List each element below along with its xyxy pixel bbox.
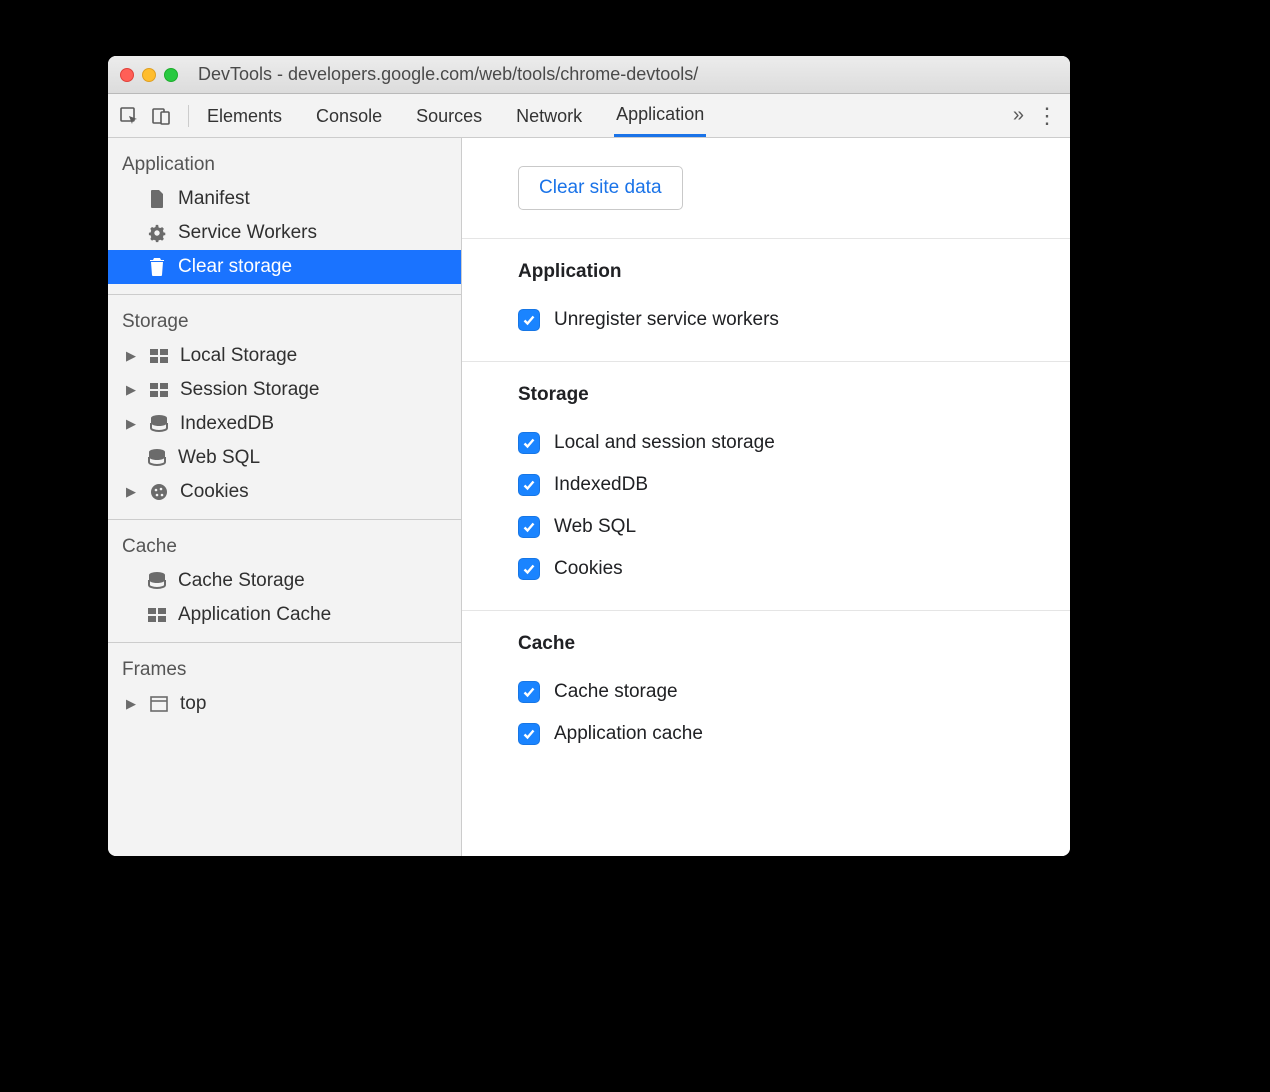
tab-elements[interactable]: Elements: [205, 96, 284, 136]
device-toolbar-icon[interactable]: [150, 105, 172, 127]
toolbar-divider: [188, 105, 189, 127]
option-label: Local and session storage: [554, 432, 775, 454]
checkbox-checked-icon[interactable]: [518, 474, 540, 496]
sidebar-item-local-storage[interactable]: ▶ Local Storage: [108, 339, 461, 373]
checkbox-checked-icon[interactable]: [518, 309, 540, 331]
tab-sources[interactable]: Sources: [414, 96, 484, 136]
sidebar-header-storage: Storage: [108, 303, 461, 339]
sidebar-item-label: Service Workers: [178, 222, 317, 244]
sidebar-section-application: Application Manifest Service Workers: [108, 138, 461, 295]
toolbar: Elements Console Sources Network Applica…: [108, 94, 1070, 138]
traffic-lights: [120, 68, 178, 82]
sidebar-item-label: IndexedDB: [180, 413, 274, 435]
sidebar-item-indexeddb[interactable]: ▶ IndexedDB: [108, 407, 461, 441]
sidebar-item-cookies[interactable]: ▶ Cookies: [108, 475, 461, 509]
section-header-application: Application: [518, 261, 1070, 283]
sidebar-item-label: Cache Storage: [178, 570, 305, 592]
window-title: DevTools - developers.google.com/web/too…: [198, 64, 698, 85]
sidebar-item-label: Application Cache: [178, 604, 331, 626]
maximize-window-button[interactable]: [164, 68, 178, 82]
kebab-menu-icon[interactable]: ⋮: [1034, 103, 1060, 129]
option-unregister-service-workers[interactable]: Unregister service workers: [518, 299, 1070, 341]
option-cache-storage[interactable]: Cache storage: [518, 671, 1070, 713]
grid-icon: [148, 379, 170, 401]
option-label: Unregister service workers: [554, 309, 779, 331]
sidebar-item-label: Clear storage: [178, 256, 292, 278]
option-label: Cache storage: [554, 681, 678, 703]
option-application-cache[interactable]: Application cache: [518, 713, 1070, 755]
expand-arrow-icon[interactable]: ▶: [126, 382, 138, 398]
tab-network[interactable]: Network: [514, 96, 584, 136]
sidebar-item-application-cache[interactable]: Application Cache: [108, 598, 461, 632]
main-section-application: Application Unregister service workers: [462, 239, 1070, 362]
expand-arrow-icon[interactable]: ▶: [126, 416, 138, 432]
clear-data-row: Clear site data: [462, 138, 1070, 239]
option-indexeddb[interactable]: IndexedDB: [518, 464, 1070, 506]
sidebar-item-label: top: [180, 693, 206, 715]
sidebar-item-label: Manifest: [178, 188, 250, 210]
grid-icon: [146, 604, 168, 626]
main-section-cache: Cache Cache storage Application cache: [462, 611, 1070, 775]
sidebar-item-manifest[interactable]: Manifest: [108, 182, 461, 216]
sidebar-item-label: Local Storage: [180, 345, 297, 367]
section-header-cache: Cache: [518, 633, 1070, 655]
close-window-button[interactable]: [120, 68, 134, 82]
sidebar-section-frames: Frames ▶ top: [108, 643, 461, 731]
sidebar-header-frames: Frames: [108, 651, 461, 687]
checkbox-checked-icon[interactable]: [518, 558, 540, 580]
tab-application[interactable]: Application: [614, 94, 706, 137]
option-label: Cookies: [554, 558, 623, 580]
section-header-storage: Storage: [518, 384, 1070, 406]
application-sidebar: Application Manifest Service Workers: [108, 138, 462, 856]
sidebar-section-cache: Cache Cache Storage Application Cache: [108, 520, 461, 643]
trash-icon: [146, 256, 168, 278]
minimize-window-button[interactable]: [142, 68, 156, 82]
expand-arrow-icon[interactable]: ▶: [126, 484, 138, 500]
sidebar-header-application: Application: [108, 146, 461, 182]
checkbox-checked-icon[interactable]: [518, 516, 540, 538]
option-cookies[interactable]: Cookies: [518, 548, 1070, 590]
checkbox-checked-icon[interactable]: [518, 432, 540, 454]
option-label: Application cache: [554, 723, 703, 745]
sidebar-item-frame-top[interactable]: ▶ top: [108, 687, 461, 721]
tab-console[interactable]: Console: [314, 96, 384, 136]
sidebar-item-websql[interactable]: Web SQL: [108, 441, 461, 475]
tabs-overflow-icon[interactable]: »: [1003, 104, 1034, 127]
sidebar-item-cache-storage[interactable]: Cache Storage: [108, 564, 461, 598]
option-label: Web SQL: [554, 516, 636, 538]
sidebar-item-label: Session Storage: [180, 379, 319, 401]
option-label: IndexedDB: [554, 474, 648, 496]
sidebar-item-session-storage[interactable]: ▶ Session Storage: [108, 373, 461, 407]
document-icon: [146, 188, 168, 210]
sidebar-section-storage: Storage ▶ Local Storage ▶ Session Storag…: [108, 295, 461, 520]
checkbox-checked-icon[interactable]: [518, 681, 540, 703]
main-section-storage: Storage Local and session storage Indexe…: [462, 362, 1070, 611]
database-icon: [146, 570, 168, 592]
sidebar-item-label: Web SQL: [178, 447, 260, 469]
sidebar-item-service-workers[interactable]: Service Workers: [108, 216, 461, 250]
frame-icon: [148, 693, 170, 715]
panel-tabs: Elements Console Sources Network Applica…: [205, 94, 1003, 137]
sidebar-item-label: Cookies: [180, 481, 249, 503]
sidebar-header-cache: Cache: [108, 528, 461, 564]
checkbox-checked-icon[interactable]: [518, 723, 540, 745]
devtools-window: DevTools - developers.google.com/web/too…: [108, 56, 1070, 856]
grid-icon: [148, 345, 170, 367]
clear-site-data-button[interactable]: Clear site data: [518, 166, 683, 210]
option-local-session-storage[interactable]: Local and session storage: [518, 422, 1070, 464]
cookie-icon: [148, 481, 170, 503]
database-icon: [148, 413, 170, 435]
titlebar: DevTools - developers.google.com/web/too…: [108, 56, 1070, 94]
clear-storage-panel: Clear site data Application Unregister s…: [462, 138, 1070, 856]
expand-arrow-icon[interactable]: ▶: [126, 348, 138, 364]
option-websql[interactable]: Web SQL: [518, 506, 1070, 548]
inspect-element-icon[interactable]: [118, 105, 140, 127]
sidebar-item-clear-storage[interactable]: Clear storage: [108, 250, 461, 284]
panel-body: Application Manifest Service Workers: [108, 138, 1070, 856]
gear-icon: [146, 222, 168, 244]
database-icon: [146, 447, 168, 469]
expand-arrow-icon[interactable]: ▶: [126, 696, 138, 712]
